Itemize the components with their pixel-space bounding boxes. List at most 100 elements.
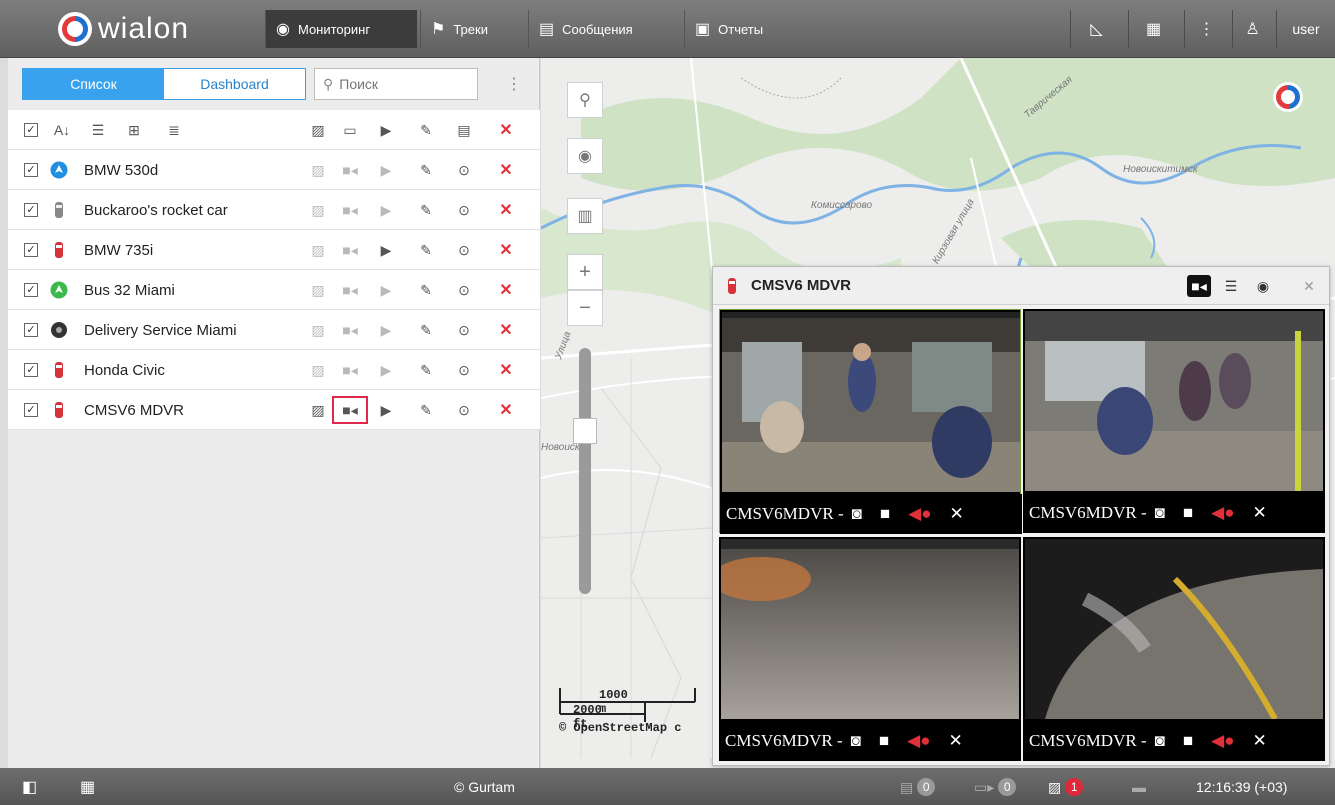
locate-icon[interactable]: ⊙ [452, 400, 476, 420]
fullscreen-icon[interactable]: ✕ [949, 731, 963, 751]
image-icon[interactable]: ▨ [306, 320, 330, 340]
select-all-checkbox[interactable]: ✓ [24, 123, 38, 137]
unit-checkbox[interactable]: ✓ [24, 363, 38, 377]
nav-messages[interactable]: ▤ Сообщения [528, 10, 678, 48]
play-icon[interactable]: ▶ [374, 280, 398, 300]
camera-icon[interactable]: ◙ [852, 504, 862, 524]
stop-icon[interactable]: ■ [1183, 731, 1193, 751]
wrench-icon[interactable]: ✎ [414, 160, 438, 180]
more-vertical-icon[interactable]: ⋮ [1184, 10, 1228, 48]
mute-icon[interactable]: ◀● [1211, 731, 1234, 751]
video-icon[interactable]: ■◂ [338, 240, 362, 260]
mute-icon[interactable]: ◀● [907, 731, 930, 751]
locate-icon[interactable]: ⊙ [452, 320, 476, 340]
video-icon[interactable]: ■◂ [338, 320, 362, 340]
video-icon[interactable]: ■◂ [338, 360, 362, 380]
locate-icon[interactable]: ⊙ [452, 240, 476, 260]
zoom-slider-handle[interactable] [573, 418, 597, 444]
unit-checkbox[interactable]: ✓ [24, 203, 38, 217]
tab-dashboard[interactable]: Dashboard [164, 69, 305, 99]
video-icon[interactable]: ■◂ [338, 160, 362, 180]
map-search-icon[interactable]: ⚲ [567, 82, 603, 118]
map-layers-icon[interactable]: ▥ [567, 198, 603, 234]
unit-checkbox[interactable]: ✓ [24, 323, 38, 337]
play-icon[interactable]: ▶ [374, 200, 398, 220]
images-counter[interactable]: ▨ 1 [1048, 776, 1084, 798]
play-icon[interactable]: ▶ [374, 240, 398, 260]
video-feed[interactable]: CMSV6MDVR - ◙ ■ ◀● ✕ [1023, 309, 1325, 533]
keyboard-icon[interactable]: ▬ [1132, 776, 1146, 798]
toggle-panel-icon[interactable]: ◧ [22, 776, 37, 798]
camera-icon[interactable]: ◙ [1155, 731, 1165, 751]
add-to-list-icon[interactable]: ⊞ [122, 120, 146, 140]
video-icon[interactable]: ■◂ [332, 396, 368, 424]
wrench-icon[interactable]: ✎ [414, 200, 438, 220]
stop-icon[interactable]: ■ [1183, 503, 1193, 523]
locate-icon[interactable]: ⊙ [452, 280, 476, 300]
wrench-column-icon[interactable]: ✎ [414, 120, 438, 140]
play-icon[interactable]: ▶ [374, 320, 398, 340]
play-icon[interactable]: ▶ [374, 360, 398, 380]
nav-monitoring[interactable]: ◉ Мониторинг [265, 10, 417, 48]
nav-reports[interactable]: ▣ Отчеты [684, 10, 804, 48]
clipboard-column-icon[interactable]: ▤ [452, 120, 476, 140]
video-mode-icon[interactable]: ■◂ [1187, 275, 1211, 297]
wrench-icon[interactable]: ✎ [414, 320, 438, 340]
video-icon[interactable]: ■◂ [338, 280, 362, 300]
stop-icon[interactable]: ■ [880, 504, 890, 524]
map-visibility-icon[interactable]: ◉ [567, 138, 603, 174]
camera-icon[interactable]: ◙ [1155, 503, 1165, 523]
video-feed[interactable]: CMSV6MDVR - ◙ ■ ◀● ✕ [1023, 537, 1325, 761]
video-icon[interactable]: ■◂ [338, 200, 362, 220]
fullscreen-icon[interactable]: ✕ [1253, 503, 1267, 523]
image-icon[interactable]: ▨ [306, 160, 330, 180]
locate-icon[interactable]: ⊙ [452, 200, 476, 220]
mute-icon[interactable]: ◀● [1211, 503, 1234, 523]
zoom-in-button[interactable]: + [567, 254, 603, 290]
image-icon[interactable]: ▨ [306, 240, 330, 260]
zoom-slider-track[interactable] [579, 348, 591, 594]
unit-checkbox[interactable]: ✓ [24, 283, 38, 297]
wrench-icon[interactable]: ✎ [414, 360, 438, 380]
wialon-logo[interactable]: wialon [58, 10, 189, 48]
tab-list[interactable]: Список [23, 69, 164, 99]
apps-grid-icon[interactable]: ▦ [1128, 10, 1178, 48]
locate-icon[interactable]: ⊙ [452, 160, 476, 180]
delete-icon[interactable]: ✕ [494, 360, 518, 380]
video-window-header[interactable]: CMSV6 MDVR ■◂ ☰ ◉ ✕ [713, 267, 1329, 305]
locate-icon[interactable]: ⊙ [452, 360, 476, 380]
video-feed[interactable]: CMSV6MDVR - ◙ ■ ◀● ✕ [719, 309, 1022, 534]
play-icon[interactable]: ▶ [374, 400, 398, 420]
show-all-icon[interactable]: ≣ [162, 120, 186, 140]
wrench-icon[interactable]: ✎ [414, 240, 438, 260]
mute-icon[interactable]: ◀● [908, 504, 931, 524]
unit-row[interactable]: ✓ Buckaroo's rocket car ▨ ■◂ ▶ ✎ ⊙ ✕ [8, 190, 540, 230]
sort-az-icon[interactable]: A↓ [50, 120, 74, 140]
camera-icon[interactable]: ◙ [851, 731, 861, 751]
panel-menu-icon[interactable]: ⋮ [504, 70, 524, 98]
stop-icon[interactable]: ■ [879, 731, 889, 751]
map-attribution[interactable]: © OpenStreetMap c [559, 721, 681, 735]
image-icon[interactable]: ▨ [306, 400, 330, 420]
image-icon[interactable]: ▨ [306, 200, 330, 220]
unit-checkbox[interactable]: ✓ [24, 243, 38, 257]
unit-checkbox[interactable]: ✓ [24, 163, 38, 177]
unit-row[interactable]: ✓ Bus 32 Miami ▨ ■◂ ▶ ✎ ⊙ ✕ [8, 270, 540, 310]
unit-row[interactable]: ✓ Honda Civic ▨ ■◂ ▶ ✎ ⊙ ✕ [8, 350, 540, 390]
image-column-icon[interactable]: ▨ [306, 120, 330, 140]
video-column-icon[interactable]: ▭ [338, 120, 362, 140]
nav-tracks[interactable]: ⚑ Треки [420, 10, 520, 48]
ruler-icon[interactable]: ◺ [1070, 10, 1122, 48]
list-view-icon[interactable]: ☰ [86, 120, 110, 140]
search-input[interactable] [339, 76, 460, 92]
delete-icon[interactable]: ✕ [494, 280, 518, 300]
wrench-icon[interactable]: ✎ [414, 280, 438, 300]
fullscreen-icon[interactable]: ✕ [1253, 731, 1267, 751]
list-mode-icon[interactable]: ☰ [1219, 275, 1243, 297]
delete-icon[interactable]: ✕ [494, 320, 518, 340]
commands-counter[interactable]: ▭▸ 0 [974, 776, 1017, 798]
image-icon[interactable]: ▨ [306, 280, 330, 300]
unit-row[interactable]: ✓ Delivery Service Miami ▨ ■◂ ▶ ✎ ⊙ ✕ [8, 310, 540, 350]
fullscreen-icon[interactable]: ✕ [950, 504, 964, 524]
apps-grid-icon[interactable]: ▦ [80, 776, 95, 798]
